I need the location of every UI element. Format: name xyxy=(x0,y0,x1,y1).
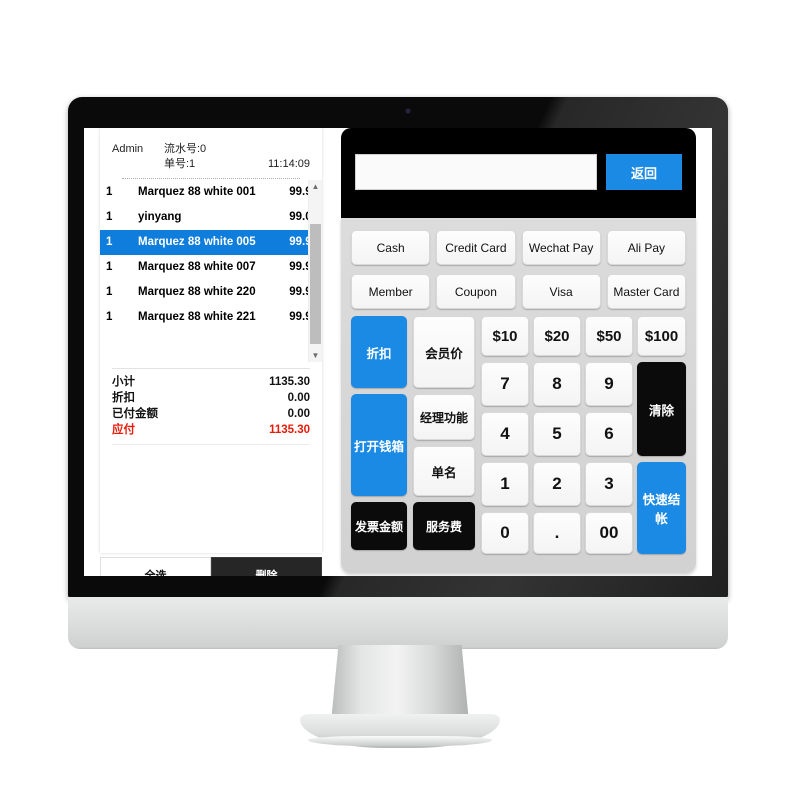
receipt-item-row[interactable]: 1 Marquez 88 white 005 99.90 xyxy=(100,230,322,255)
receipt-items-list[interactable]: 1 Marquez 88 white 001 99.90 1 yinyang 99.00 1… xyxy=(100,180,322,362)
back-button[interactable]: 返回 xyxy=(606,154,682,190)
total-row: 已付金额 0.00 xyxy=(112,406,310,422)
invoice-amount-key[interactable]: 发票金额 xyxy=(351,502,407,550)
payment-methods-row-1: Cash Credit Card Wechat Pay Ali Pay xyxy=(351,230,686,265)
monitor-stand-base-highlight xyxy=(308,736,492,746)
payment-method-master-card-button[interactable]: Master Card xyxy=(606,274,686,309)
totals-top-divider xyxy=(112,368,310,369)
single-name-key[interactable]: 单名 xyxy=(413,446,475,496)
item-quantity: 1 xyxy=(106,236,113,248)
key-7[interactable]: 7 xyxy=(481,362,529,406)
total-label: 已付金额 xyxy=(112,408,158,420)
service-fee-key[interactable]: 服务费 xyxy=(413,502,475,550)
total-value: 1135.30 xyxy=(269,424,310,436)
serial-number: 流水号:0 xyxy=(164,143,207,155)
receipt-item-row[interactable]: 1 Marquez 88 white 007 99.90 xyxy=(100,255,322,280)
item-name: Marquez 88 white 001 xyxy=(138,186,256,198)
total-label: 折扣 xyxy=(112,392,135,404)
key-0[interactable]: 0 xyxy=(481,512,529,554)
cash-50-key[interactable]: $50 xyxy=(585,316,633,356)
quick-checkout-key[interactable]: 快速结帐 xyxy=(637,462,686,554)
receipt-item-row[interactable]: 1 yinyang 99.00 xyxy=(100,205,322,230)
key-4[interactable]: 4 xyxy=(481,412,529,456)
key-2[interactable]: 2 xyxy=(533,462,581,506)
key-9[interactable]: 9 xyxy=(585,362,633,406)
key-6[interactable]: 6 xyxy=(585,412,633,456)
cash-10-key[interactable]: $10 xyxy=(481,316,529,356)
receipt-item-row[interactable]: 1 Marquez 88 white 221 99.90 xyxy=(100,305,322,330)
key-dot[interactable]: . xyxy=(533,512,581,554)
totals-bottom-divider xyxy=(112,444,310,445)
receipt-item-row[interactable]: 1 Marquez 88 white 220 99.90 xyxy=(100,280,322,305)
receipt-totals: 小计 1135.30 折扣 0.00 已付金额 0.00 应付 1135.30 xyxy=(100,368,322,445)
key-3[interactable]: 3 xyxy=(585,462,633,506)
payment-method-visa-button[interactable]: Visa xyxy=(521,274,601,309)
cash-20-key[interactable]: $20 xyxy=(533,316,581,356)
amount-entry-panel: 返回 xyxy=(341,128,696,218)
receipt-header: Admin 流水号:0 单号:1 11:14:09 xyxy=(100,128,322,179)
payment-method-coupon-button[interactable]: Coupon xyxy=(436,274,516,309)
select-all-button[interactable]: 全选 xyxy=(100,557,211,576)
screen-content: Admin 流水号:0 单号:1 11:14:09 1 Marquez 88 wh… xyxy=(84,128,712,576)
keypad-panel: Cash Credit Card Wechat Pay Ali Pay Member C… xyxy=(341,218,696,573)
key-double-zero[interactable]: 00 xyxy=(585,512,633,554)
item-name: Marquez 88 white 007 xyxy=(138,261,256,273)
total-value: 0.00 xyxy=(287,392,310,404)
item-name: yinyang xyxy=(138,211,182,223)
cash-100-key[interactable]: $100 xyxy=(637,316,686,356)
item-name: Marquez 88 white 221 xyxy=(138,311,256,323)
key-8[interactable]: 8 xyxy=(533,362,581,406)
manager-function-key[interactable]: 经理功能 xyxy=(413,394,475,440)
total-label: 小计 xyxy=(112,376,135,388)
order-number: 单号:1 xyxy=(164,158,196,170)
header-divider xyxy=(122,178,300,179)
item-quantity: 1 xyxy=(106,311,113,323)
receipt-item-row[interactable]: 1 Marquez 88 white 001 99.90 xyxy=(100,180,322,205)
total-label: 应付 xyxy=(112,424,135,436)
screenshot-root: Admin 流水号:0 单号:1 11:14:09 1 Marquez 88 wh… xyxy=(0,0,800,800)
header-spacer xyxy=(112,157,164,172)
scrollbar-thumb[interactable] xyxy=(310,224,321,344)
payment-method-member-button[interactable]: Member xyxy=(351,274,431,309)
cashier-name: Admin xyxy=(112,143,144,155)
webcam-icon xyxy=(406,109,410,113)
payment-method-wechat-pay-button[interactable]: Wechat Pay xyxy=(521,230,601,265)
amount-input[interactable] xyxy=(355,154,597,190)
receipt-time: 11:14:09 xyxy=(267,158,310,170)
receipt-scrollbar[interactable]: ▲ ▼ xyxy=(308,180,322,362)
total-value: 1135.30 xyxy=(269,376,310,388)
open-drawer-key[interactable]: 打开钱箱 xyxy=(351,394,407,496)
key-1[interactable]: 1 xyxy=(481,462,529,506)
payment-method-ali-pay-button[interactable]: Ali Pay xyxy=(606,230,686,265)
item-quantity: 1 xyxy=(106,286,113,298)
item-quantity: 1 xyxy=(106,261,113,273)
total-value: 0.00 xyxy=(287,408,310,420)
receipt-panel: Admin 流水号:0 单号:1 11:14:09 1 Marquez 88 wh… xyxy=(100,128,322,553)
item-name: Marquez 88 white 005 xyxy=(138,236,256,248)
key-5[interactable]: 5 xyxy=(533,412,581,456)
clear-key[interactable]: 清除 xyxy=(637,362,686,456)
chevron-up-icon[interactable]: ▲ xyxy=(309,180,322,193)
item-quantity: 1 xyxy=(106,186,113,198)
discount-key[interactable]: 折扣 xyxy=(351,316,407,388)
member-price-key[interactable]: 会员价 xyxy=(413,316,475,388)
payment-methods-row-2: Member Coupon Visa Master Card xyxy=(351,274,686,309)
receipt-action-buttons: 全选 删除 xyxy=(100,557,322,576)
item-name: Marquez 88 white 220 xyxy=(138,286,256,298)
payment-method-credit-card-button[interactable]: Credit Card xyxy=(436,230,516,265)
payment-method-cash-button[interactable]: Cash xyxy=(351,230,431,265)
total-row: 小计 1135.30 xyxy=(112,374,310,390)
delete-button[interactable]: 删除 xyxy=(211,557,322,576)
monitor-chin xyxy=(68,597,728,649)
monitor-screen: Admin 流水号:0 单号:1 11:14:09 1 Marquez 88 wh… xyxy=(84,128,712,576)
pos-application: Admin 流水号:0 单号:1 11:14:09 1 Marquez 88 wh… xyxy=(84,128,712,576)
keypad-grid: 折扣 打开钱箱 发票金额 会员价 经理功能 单名 服务费 $10 $20 $50… xyxy=(351,316,686,561)
item-quantity: 1 xyxy=(106,211,113,223)
total-row: 折扣 0.00 xyxy=(112,390,310,406)
receipt-torn-edge xyxy=(100,544,322,553)
total-due-row: 应付 1135.30 xyxy=(112,422,310,438)
chevron-down-icon[interactable]: ▼ xyxy=(309,349,322,362)
